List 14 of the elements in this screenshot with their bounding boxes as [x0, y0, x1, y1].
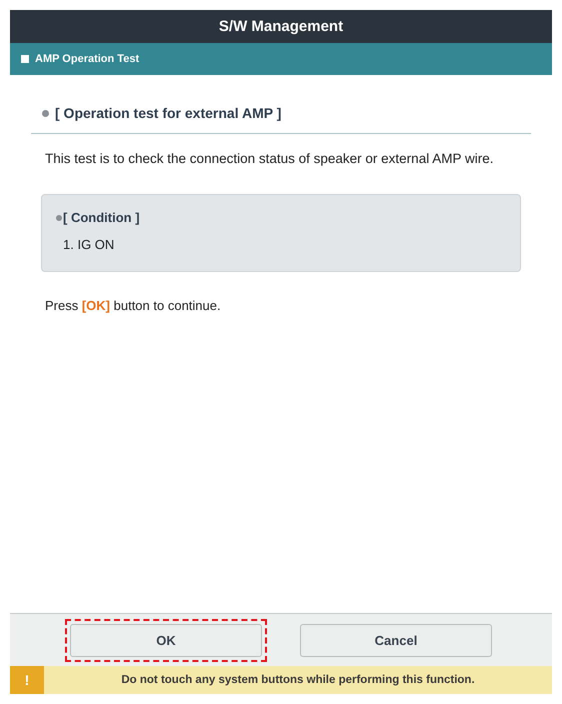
section-title: AMP Operation Test [35, 53, 140, 65]
window-title: S/W Management [218, 18, 344, 35]
dialog-button[interactable]: Cancel [300, 624, 492, 656]
description-text: This test is to check the connection status of speaker or external AMP wire. [45, 151, 494, 166]
warning-icon: ! [10, 666, 44, 694]
instruction-text: Press [OK] button to continue. [45, 298, 222, 313]
warning-text: Do not touch any system buttons while performing this function. [120, 674, 476, 686]
condition-item: 1. IG ON [63, 237, 116, 252]
bullet-icon [42, 110, 49, 116]
condition-title: [ Condition ] [63, 210, 140, 225]
section-heading: [ Operation test for external AMP ] [55, 105, 282, 121]
bullet-icon [56, 214, 62, 220]
dialog-button[interactable]: OK [70, 624, 262, 656]
square-icon [21, 55, 29, 63]
